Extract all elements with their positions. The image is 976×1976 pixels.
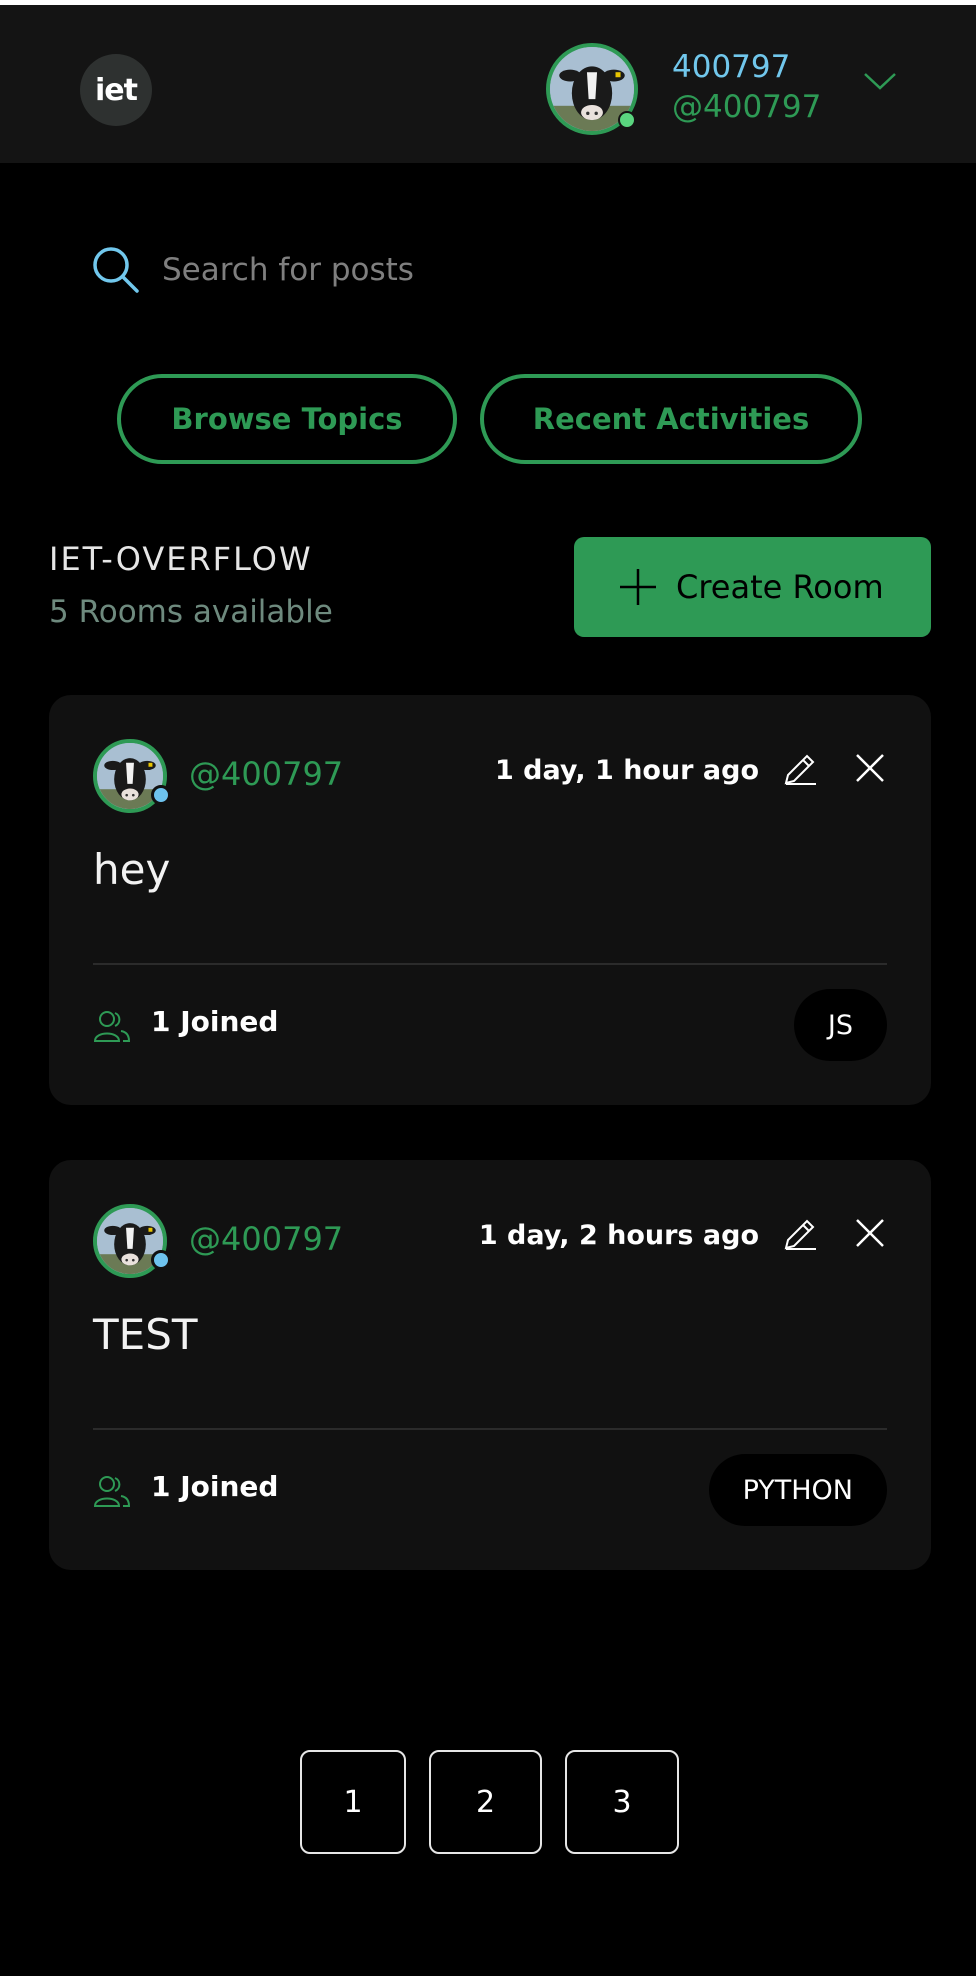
room-host-avatar[interactable] <box>93 1204 171 1278</box>
room-timestamp: 1 day, 1 hour ago <box>494 755 759 786</box>
search-icon <box>93 247 139 293</box>
status-dot <box>151 1250 171 1270</box>
room-card: @400797 1 day, 1 hour ago hey 1 Joined J… <box>49 695 931 1105</box>
close-icon[interactable] <box>853 751 887 785</box>
close-icon[interactable] <box>853 1216 887 1250</box>
divider <box>93 1428 887 1430</box>
topic-badge[interactable]: JS <box>793 989 887 1061</box>
plus-icon <box>620 569 656 605</box>
page-button-1[interactable]: 1 <box>300 1750 406 1854</box>
divider <box>93 963 887 965</box>
search-input[interactable] <box>162 252 762 288</box>
room-host-avatar[interactable] <box>93 739 171 813</box>
app-logo[interactable]: iet <box>80 54 152 126</box>
search-bar <box>90 242 790 298</box>
room-timestamp: 1 day, 2 hours ago <box>478 1220 759 1251</box>
page-title: IET-OVERFLOW <box>49 540 313 578</box>
recent-activities-label: Recent Activities <box>532 402 810 436</box>
room-title[interactable]: TEST <box>93 1310 198 1359</box>
app-header: iet 400797 @400797 <box>0 5 976 163</box>
room-host-handle[interactable]: @400797 <box>189 1220 343 1258</box>
edit-icon[interactable] <box>782 751 818 787</box>
edit-icon[interactable] <box>782 1216 818 1252</box>
user-display-name[interactable]: 400797 <box>672 49 790 85</box>
page-button-3[interactable]: 3 <box>565 1750 679 1854</box>
room-title[interactable]: hey <box>93 845 170 894</box>
status-dot <box>151 785 171 805</box>
chevron-down-icon[interactable] <box>862 69 898 93</box>
browse-topics-label: Browse Topics <box>171 402 403 436</box>
create-room-button[interactable]: Create Room <box>574 537 931 637</box>
create-room-label: Create Room <box>676 568 884 606</box>
users-icon <box>93 1011 131 1042</box>
users-icon <box>93 1476 131 1507</box>
room-host-handle[interactable]: @400797 <box>189 755 343 793</box>
online-status-dot <box>618 111 636 129</box>
room-card: @400797 1 day, 2 hours ago TEST 1 Joined… <box>49 1160 931 1570</box>
joined-count: 1 Joined <box>151 1005 279 1038</box>
joined-count: 1 Joined <box>151 1470 279 1503</box>
rooms-count: 5 Rooms available <box>49 594 333 630</box>
user-handle[interactable]: @400797 <box>672 89 821 125</box>
page-button-2[interactable]: 2 <box>429 1750 542 1854</box>
logo-text: iet <box>95 72 138 108</box>
browse-topics-button[interactable]: Browse Topics <box>117 374 457 464</box>
topic-badge[interactable]: PYTHON <box>708 1454 887 1526</box>
recent-activities-button[interactable]: Recent Activities <box>480 374 862 464</box>
header-user-avatar[interactable] <box>546 43 638 135</box>
